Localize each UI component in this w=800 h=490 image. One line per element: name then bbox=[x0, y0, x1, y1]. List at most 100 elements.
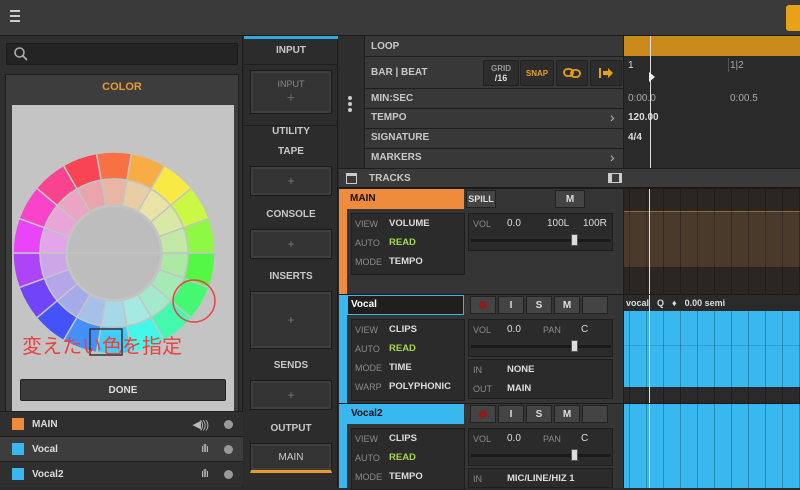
search-bar[interactable] bbox=[6, 43, 238, 65]
tempo-label[interactable]: TEMPO bbox=[371, 112, 407, 123]
volume-fader-knob[interactable] bbox=[571, 234, 578, 246]
auto-value[interactable]: READ bbox=[389, 343, 416, 354]
grid-line bbox=[731, 404, 732, 488]
track-status-dot-icon[interactable] bbox=[224, 419, 233, 429]
out-value[interactable]: MAIN bbox=[507, 383, 531, 394]
warp-value[interactable]: POLYPHONIC bbox=[389, 381, 451, 392]
track-view-toggle-icon[interactable] bbox=[608, 173, 622, 183]
sends-slot[interactable]: + bbox=[250, 380, 332, 410]
volume-fader[interactable] bbox=[471, 454, 611, 457]
link-icon[interactable] bbox=[556, 60, 588, 86]
bar-1: 1 bbox=[628, 60, 634, 71]
output-slot[interactable]: MAIN bbox=[250, 443, 332, 473]
inserts-slot[interactable]: + bbox=[250, 291, 332, 349]
track-extra-button[interactable] bbox=[582, 296, 608, 314]
grid-button[interactable]: GRID /16 bbox=[483, 60, 519, 86]
track-color-chip[interactable] bbox=[12, 468, 24, 480]
tape-slot[interactable]: + bbox=[250, 166, 332, 196]
mute-button[interactable]: M bbox=[554, 405, 580, 423]
grid-line bbox=[697, 311, 698, 404]
search-icon bbox=[14, 47, 28, 61]
view-value[interactable]: VOLUME bbox=[389, 218, 430, 229]
vol-value[interactable]: 0.0 bbox=[507, 218, 521, 229]
mute-button[interactable]: M bbox=[555, 190, 585, 208]
track-list-item[interactable]: Vocal2 ıllı bbox=[0, 461, 243, 486]
clip[interactable] bbox=[624, 404, 800, 488]
track-status-dot-icon[interactable] bbox=[224, 469, 233, 479]
pan-right-value[interactable]: 100R bbox=[583, 218, 607, 229]
clip-header[interactable]: vocal Q ♦ 0.00 semi bbox=[624, 295, 800, 311]
track-name[interactable]: MAIN bbox=[347, 189, 464, 209]
mode-value[interactable]: TIME bbox=[389, 362, 412, 373]
vol-value[interactable]: 0.0 bbox=[507, 433, 521, 444]
ruler-options-icon[interactable] bbox=[348, 96, 352, 112]
view-key: VIEW bbox=[355, 325, 379, 335]
view-value[interactable]: CLIPS bbox=[389, 324, 417, 335]
search-input[interactable] bbox=[33, 48, 237, 60]
volume-fader[interactable] bbox=[471, 345, 611, 348]
in-value[interactable]: MIC/LINE/HIZ 1 bbox=[507, 473, 575, 484]
quantize-label[interactable]: Q bbox=[657, 298, 664, 308]
pitch-value[interactable]: 0.00 semi bbox=[685, 298, 726, 308]
tempo-chevron-icon[interactable]: › bbox=[610, 109, 615, 125]
track-list-name: Vocal bbox=[32, 443, 58, 455]
track-name[interactable]: Vocal2 bbox=[347, 404, 464, 424]
volume-fader-knob[interactable] bbox=[571, 340, 578, 352]
track-extra-button[interactable] bbox=[582, 405, 608, 423]
record-dot-icon bbox=[479, 410, 487, 418]
waveform-icon: ıllı bbox=[201, 443, 209, 455]
input-slot[interactable]: INPUT + bbox=[250, 70, 332, 114]
playhead[interactable] bbox=[650, 36, 651, 168]
panel-menu-icon[interactable] bbox=[786, 5, 800, 31]
solo-button[interactable]: S bbox=[526, 296, 552, 314]
auto-value[interactable]: READ bbox=[389, 237, 416, 248]
input-monitor-button[interactable]: I bbox=[498, 296, 524, 314]
track-color-chip[interactable] bbox=[12, 443, 24, 455]
playhead-marker-icon[interactable] bbox=[649, 72, 655, 82]
time-start: 0:00.0 bbox=[628, 93, 656, 104]
track-status-dot-icon[interactable] bbox=[224, 444, 233, 454]
automation-lane[interactable] bbox=[624, 211, 800, 267]
track-list-item[interactable]: Vocal ıllı bbox=[0, 436, 243, 461]
track-name[interactable]: Vocal bbox=[347, 295, 464, 315]
mode-value[interactable]: TEMPO bbox=[389, 471, 423, 482]
pan-value[interactable]: C bbox=[581, 324, 588, 335]
volume-fader-knob[interactable] bbox=[571, 449, 578, 461]
spill-button[interactable]: SPILL bbox=[466, 190, 496, 208]
record-arm-button[interactable] bbox=[470, 296, 496, 314]
tempo-value[interactable]: 120.00 bbox=[628, 112, 659, 123]
loop-label: LOOP bbox=[371, 41, 400, 52]
top-bar bbox=[0, 0, 800, 36]
vol-key: VOL bbox=[473, 434, 492, 444]
color-swatch[interactable] bbox=[95, 151, 133, 181]
done-button[interactable]: DONE bbox=[20, 379, 226, 401]
track-list-item[interactable]: MAIN ◀))) bbox=[0, 411, 243, 436]
view-value[interactable]: CLIPS bbox=[389, 433, 417, 444]
volume-fader[interactable] bbox=[471, 239, 611, 242]
markers-chevron-icon[interactable]: › bbox=[610, 149, 615, 165]
pan-left-value[interactable]: 100L bbox=[547, 218, 569, 229]
track-color-chip[interactable] bbox=[12, 418, 24, 430]
signature-value[interactable]: 4/4 bbox=[628, 132, 642, 143]
pan-value[interactable]: C bbox=[581, 433, 588, 444]
grid-line bbox=[663, 311, 664, 404]
solo-button[interactable]: S bbox=[526, 405, 552, 423]
record-arm-button[interactable] bbox=[470, 405, 496, 423]
tracks-list-icon[interactable] bbox=[346, 172, 357, 184]
input-slot-label: INPUT bbox=[277, 79, 305, 89]
in-value[interactable]: NONE bbox=[507, 364, 534, 375]
grid-line bbox=[748, 311, 749, 404]
track-area: MAIN SPILL M VIEW VOLUME AUTO READ MODE TEMPO VOL… bbox=[339, 188, 800, 490]
input-monitor-button[interactable]: I bbox=[498, 405, 524, 423]
markers-label[interactable]: MARKERS bbox=[371, 152, 422, 163]
mute-button[interactable]: M bbox=[554, 296, 580, 314]
vol-value[interactable]: 0.0 bbox=[507, 324, 521, 335]
snap-button[interactable]: SNAP bbox=[520, 60, 554, 86]
time-half: 0:00.5 bbox=[730, 93, 758, 104]
auto-value[interactable]: READ bbox=[389, 452, 416, 463]
timeline-ruler[interactable]: 1 1|2 0:00.0 0:00.5 120.00 4/4 bbox=[623, 36, 800, 168]
follow-playhead-icon[interactable] bbox=[590, 60, 622, 86]
console-slot[interactable]: + bbox=[250, 229, 332, 259]
mode-value[interactable]: TEMPO bbox=[389, 256, 423, 267]
hamburger-icon[interactable] bbox=[10, 9, 20, 23]
